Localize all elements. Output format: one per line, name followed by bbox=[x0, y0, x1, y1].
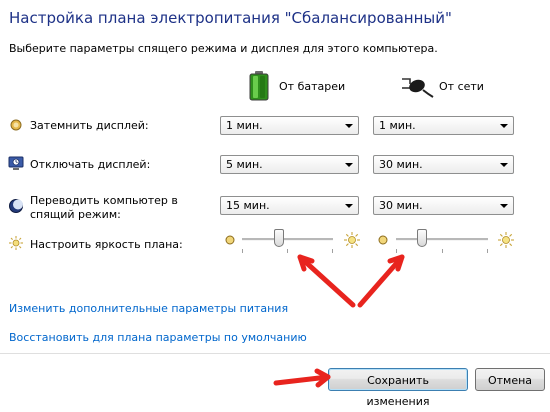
annotation-arrow bbox=[297, 254, 356, 308]
annotation-arrows bbox=[273, 254, 405, 388]
annotation-arrow bbox=[357, 254, 405, 308]
